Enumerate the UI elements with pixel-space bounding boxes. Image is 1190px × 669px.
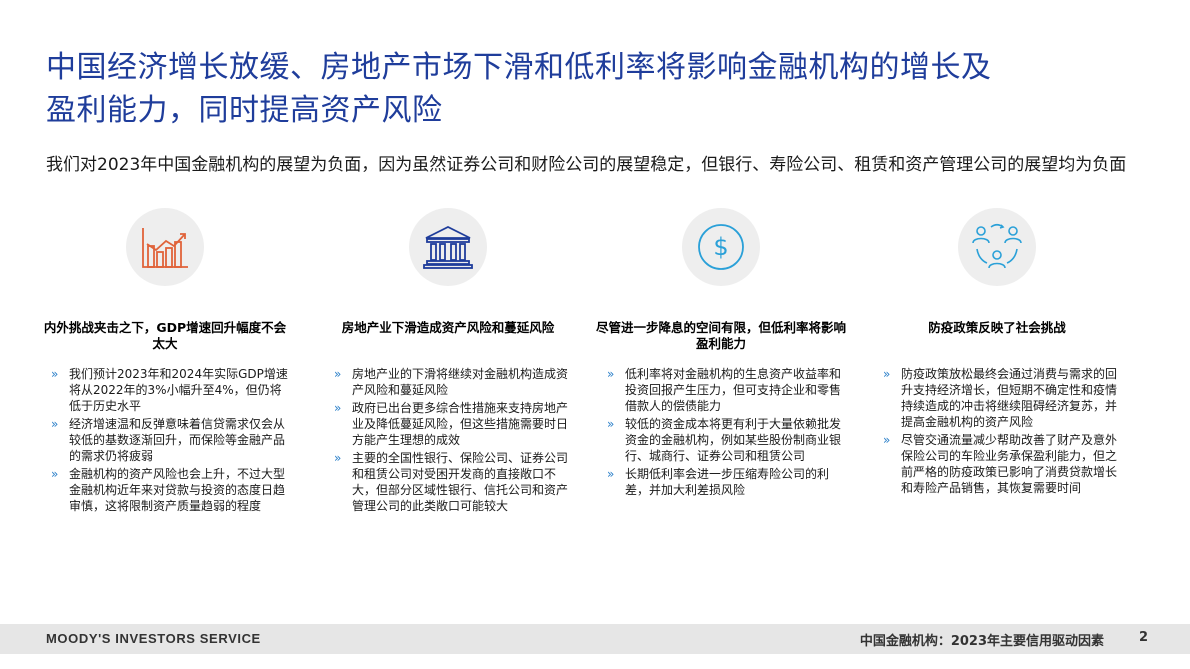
list-item: » 尽管交通流量减少帮助改善了财产及意外保险公司的车险业务承保盈利能力，但之前严格… — [883, 433, 1118, 495]
bullet-mark-icon: » — [51, 417, 59, 431]
list-item: » 房地产业的下滑将继续对金融机构造成资产风险和蔓延风险 — [334, 367, 569, 397]
people-cycle-icon — [972, 223, 1022, 269]
bullet-mark-icon: » — [607, 467, 615, 481]
bar-chart-growth-icon — [142, 228, 188, 268]
document-title: 中国金融机构：2023年主要信用驱动因素 — [859, 634, 1104, 649]
svg-text:$: $ — [713, 233, 728, 261]
bullet-mark-icon: » — [883, 433, 891, 447]
page-number: 2 — [1138, 630, 1148, 645]
icon-circle — [409, 208, 487, 286]
icon-circle: $ — [682, 208, 760, 286]
column-interest-rate: $ 尽管进一步降息的空间有限，但低利率将影响盈利能力 » 低利率将对金融机构的生息… — [596, 200, 846, 500]
list-item: » 经济增速温和反弹意味着信贷需求仅会从较低的基数逐渐回升，而保险等金融产品的需求… — [51, 417, 286, 463]
page-title-line-1: 中国经济增长放缓、房地产市场下滑和低利率将影响金融机构的增长及 — [46, 50, 992, 85]
column-gdp: 内外挑战夹击之下，GDP增速回升幅度不会太大 » 我们预计2023年和2024年实… — [40, 200, 290, 516]
column-title: 房地产业下滑造成资产风险和蔓延风险 — [341, 320, 555, 335]
bullet-list: » 低利率将对金融机构的生息资产收益率和投资回报产生压力，但可支持企业和零售借款人… — [596, 366, 846, 498]
column-title: 内外挑战夹击之下，GDP增速回升幅度不会太大 — [43, 320, 287, 351]
page-subtitle: 我们对2023年中国金融机构的展望为负面，因为虽然证券公司和财险公司的展望稳定，… — [46, 155, 1127, 175]
bullet-mark-icon: » — [51, 367, 59, 381]
dollar-coin-icon: $ — [698, 224, 744, 270]
bullet-mark-icon: » — [883, 367, 891, 381]
page-title-line-2: 盈利能力，同时提高资产风险 — [46, 93, 443, 128]
brand-name: MOODY'S INVESTORS SERVICE — [46, 631, 261, 646]
bullet-mark-icon: » — [334, 451, 342, 465]
list-item: » 政府已出台更多综合性措施来支持房地产业及降低蔓延风险，但这些措施需要时日方能产… — [334, 401, 569, 447]
bullet-list: » 我们预计2023年和2024年实际GDP增速将从2022年的3%小幅升至4%，… — [40, 366, 290, 514]
column-title: 防疫政策反映了社会挑战 — [928, 320, 1066, 335]
page-title: 中国经济增长放缓、房地产市场下滑和低利率将影响金融机构的增长及 盈利能力，同时提… — [46, 46, 1156, 132]
bullet-mark-icon: » — [607, 367, 615, 381]
bullet-list: » 防疫政策放松最终会通过消费与需求的回升支持经济增长，但短期不确定性和疫情持续造… — [872, 366, 1122, 496]
list-item: » 较低的资金成本将更有利于大量依赖批发资金的金融机构，例如某些股份制商业银行、城… — [607, 417, 842, 463]
column-covid-policy: 防疫政策反映了社会挑战 » 防疫政策放松最终会通过消费与需求的回升支持经济增长，但… — [872, 200, 1122, 498]
list-item: » 我们预计2023年和2024年实际GDP增速将从2022年的3%小幅升至4%，… — [51, 367, 288, 413]
list-item: » 长期低利率会进一步压缩寿险公司的利差，并加大利差损风险 — [607, 467, 830, 497]
list-item: » 防疫政策放松最终会通过消费与需求的回升支持经济增长，但短期不确定性和疫情持续造… — [883, 367, 1118, 429]
column-real-estate: 房地产业下滑造成资产风险和蔓延风险 » 房地产业的下滑将继续对金融机构造成资产风险… — [323, 200, 573, 516]
bullet-mark-icon: » — [334, 401, 342, 415]
column-title: 尽管进一步降息的空间有限，但低利率将影响盈利能力 — [596, 320, 847, 351]
list-item: » 主要的全国性银行、保险公司、证券公司和租赁公司对受困开发商的直接敞口不大，但部… — [334, 451, 569, 513]
page-footer: MOODY'S INVESTORS SERVICE 中国金融机构：2023年主要… — [0, 624, 1190, 654]
list-item: » 低利率将对金融机构的生息资产收益率和投资回报产生压力，但可支持企业和零售借款人… — [607, 367, 842, 413]
bullet-mark-icon: » — [607, 417, 615, 431]
bank-building-icon — [423, 225, 473, 269]
bullet-list: » 房地产业的下滑将继续对金融机构造成资产风险和蔓延风险 » 政府已出台更多综合性措… — [323, 366, 573, 514]
icon-circle — [958, 208, 1036, 286]
bullet-mark-icon: » — [51, 467, 59, 481]
bullet-mark-icon: » — [334, 367, 342, 381]
icon-circle — [126, 208, 204, 286]
list-item: » 金融机构的资产风险也会上升，不过大型金融机构近年来对贷款与投资的态度日趋审慎，… — [51, 467, 286, 513]
